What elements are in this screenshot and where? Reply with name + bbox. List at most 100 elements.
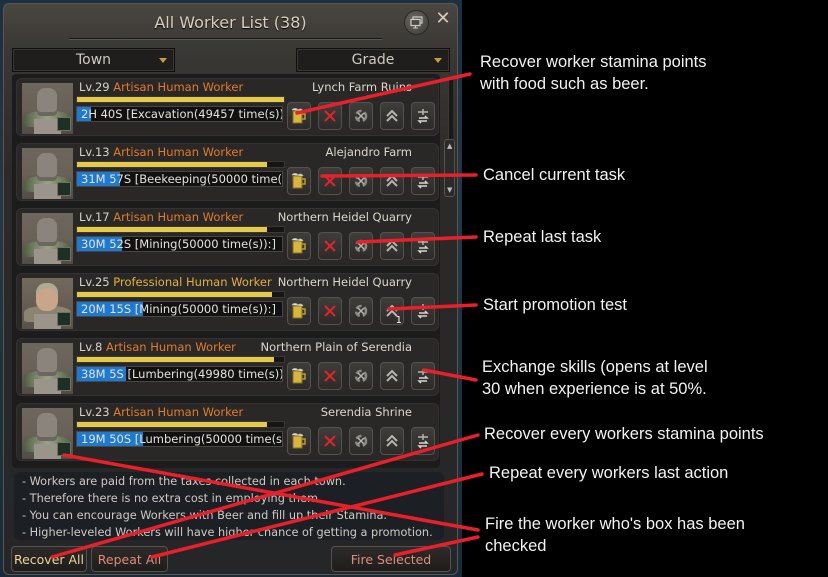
exchange-skill-button[interactable] (411, 427, 435, 455)
cancel-task-button[interactable] (318, 232, 342, 260)
beer-mug-icon (291, 303, 306, 319)
stamina-bar (76, 161, 285, 168)
worker-location: Serendia Shrine (320, 405, 412, 419)
exchange-skill-button[interactable] (411, 362, 435, 390)
stamina-fill (77, 422, 268, 427)
stamina-fill (77, 162, 268, 167)
grade-filter-dropdown[interactable]: Grade (296, 48, 450, 72)
exchange-skill-icon (417, 304, 429, 319)
recover-stamina-button[interactable] (287, 297, 311, 325)
recover-stamina-button[interactable] (287, 102, 311, 130)
cancel-task-button[interactable] (318, 427, 342, 455)
exchange-skill-button[interactable] (411, 297, 435, 325)
worker-grade: Professional Human Worker (113, 275, 272, 289)
select-checkbox[interactable] (57, 442, 71, 456)
worker-level: Lv.29 (79, 80, 110, 94)
repeat-task-icon (354, 369, 368, 383)
exchange-skill-icon (417, 369, 429, 384)
annotation-promotion: Start promotion test (483, 296, 627, 314)
task-progress-bar: 30M 52S [Mining(50000 time(s)):] (76, 236, 283, 252)
worker-portrait[interactable] (22, 278, 73, 329)
cancel-task-button[interactable] (318, 167, 342, 195)
worker-row[interactable]: Lv.13 Artisan Human Worker Alejandro Farm… (16, 143, 439, 201)
worker-level: Lv.8 (79, 340, 103, 354)
annotation-fire: Fire the worker who's box has been check… (485, 513, 745, 557)
select-checkbox[interactable] (57, 377, 71, 391)
stamina-fill (77, 292, 272, 297)
worker-portrait[interactable] (22, 408, 73, 459)
chevron-down-icon (434, 58, 442, 63)
worker-row[interactable]: Lv.29 Artisan Human Worker Lynch Farm Rui… (16, 78, 439, 136)
chevron-down-icon (159, 58, 167, 63)
recover-all-button[interactable]: Recover All (11, 546, 87, 572)
cancel-task-button[interactable] (318, 102, 342, 130)
worker-portrait[interactable] (22, 343, 73, 394)
promotion-chevron-icon (386, 174, 398, 187)
worker-location: Lynch Farm Ruins (312, 80, 412, 94)
promotion-test-button[interactable] (380, 167, 404, 195)
window-mode-button[interactable] (404, 10, 429, 35)
window-title: All Worker List (38) (154, 13, 307, 32)
window-mode-icon (409, 16, 423, 29)
recover-stamina-button[interactable] (287, 362, 311, 390)
repeat-task-button[interactable] (349, 362, 373, 390)
exchange-skill-icon (417, 174, 429, 189)
promotion-test-button[interactable]: 1 (380, 297, 404, 326)
cancel-task-button[interactable] (318, 297, 342, 325)
beer-mug-icon (291, 173, 306, 189)
repeat-task-button[interactable] (349, 427, 373, 455)
exchange-skill-button[interactable] (411, 102, 435, 130)
scroll-up-icon[interactable]: ▲ (447, 142, 452, 150)
cancel-x-icon (324, 240, 336, 252)
worker-list: Lv.29 Artisan Human Worker Lynch Farm Rui… (12, 74, 440, 468)
repeat-task-button[interactable] (349, 297, 373, 325)
task-progress-bar: 38M 5S [Lumbering(49980 time(s)):] (76, 366, 283, 382)
select-checkbox[interactable] (57, 312, 71, 326)
worker-title: Lv.8 Artisan Human Worker (79, 340, 236, 354)
task-progress-bar: 19M 50S [Lumbering(50000 time(s))... (76, 431, 283, 447)
recover-stamina-button[interactable] (287, 232, 311, 260)
scroll-down-icon[interactable]: ▼ (447, 186, 452, 194)
annotation-line: 30 when experience is at 50%. (482, 380, 707, 398)
repeat-task-icon (354, 239, 368, 253)
repeat-all-button[interactable]: Repeat All (91, 546, 168, 572)
worker-row[interactable]: Lv.23 Artisan Human Worker Serendia Shrin… (16, 403, 439, 461)
town-filter-dropdown[interactable]: Town (12, 48, 175, 72)
worker-row[interactable]: Lv.25 Professional Human Worker Northern … (16, 273, 439, 331)
promotion-test-button[interactable] (380, 427, 404, 455)
title-divider (69, 38, 382, 39)
worker-actions (287, 362, 435, 390)
stamina-bar (76, 226, 285, 233)
task-progress-bar: 31M 57S [Beekeeping(50000 time(s)... (76, 171, 283, 187)
close-button[interactable]: ✕ (434, 9, 452, 29)
fire-selected-button[interactable]: Fire Selected (331, 546, 451, 572)
recover-stamina-button[interactable] (287, 167, 311, 195)
select-checkbox[interactable] (57, 247, 71, 261)
worker-grade: Artisan Human Worker (113, 145, 244, 159)
select-checkbox[interactable] (57, 117, 71, 131)
worker-portrait[interactable] (22, 148, 73, 199)
scroll-thumb[interactable]: ▲ ▼ (444, 139, 455, 197)
promotion-test-button[interactable] (380, 102, 404, 130)
worker-row[interactable]: Lv.17 Artisan Human Worker Northern Heide… (16, 208, 439, 266)
promotion-test-button[interactable] (380, 232, 404, 260)
exchange-skill-button[interactable] (411, 232, 435, 260)
worker-title: Lv.23 Artisan Human Worker (79, 405, 243, 419)
exchange-skill-button[interactable] (411, 167, 435, 195)
promotion-test-button[interactable] (380, 362, 404, 390)
cancel-task-button[interactable] (318, 362, 342, 390)
repeat-task-button[interactable] (349, 232, 373, 260)
repeat-task-button[interactable] (349, 102, 373, 130)
worker-level: Lv.13 (79, 145, 110, 159)
worker-row[interactable]: Lv.8 Artisan Human Worker Northern Plain … (16, 338, 439, 396)
repeat-all-label: Repeat All (97, 551, 162, 567)
worker-actions (287, 167, 435, 195)
recover-stamina-button[interactable] (287, 427, 311, 455)
stamina-fill (77, 227, 268, 232)
repeat-task-button[interactable] (349, 167, 373, 195)
select-checkbox[interactable] (57, 182, 71, 196)
worker-portrait[interactable] (22, 213, 73, 264)
info-line: - Therefore there is no extra cost in em… (22, 492, 322, 505)
worker-portrait[interactable] (22, 83, 73, 134)
worker-list-scrollbar[interactable]: ▲ ▼ (444, 77, 456, 465)
